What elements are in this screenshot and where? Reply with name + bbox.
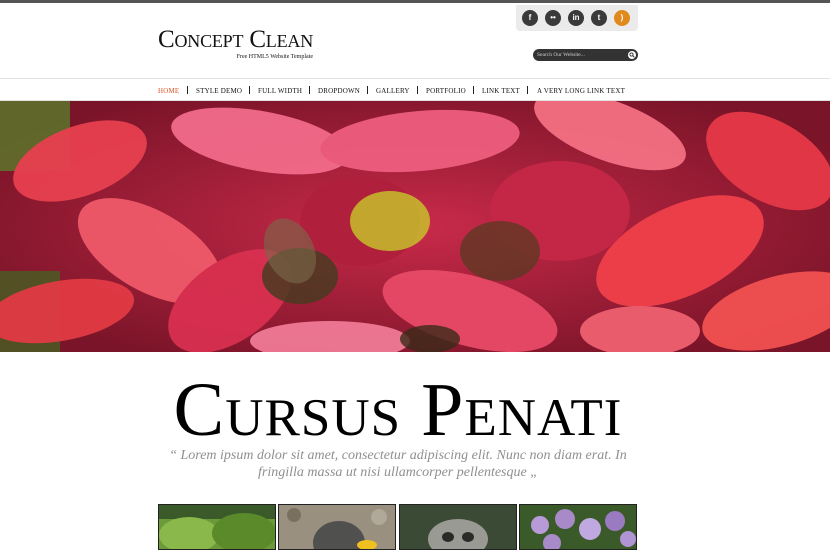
nav-item-link-text[interactable]: Link Text <box>482 87 520 95</box>
nav-separator <box>367 86 368 94</box>
nav-item-dropdown[interactable]: Dropdown <box>318 87 360 95</box>
gallery-thumb-bird[interactable] <box>278 504 396 550</box>
search-input[interactable] <box>537 49 623 61</box>
gallery-thumb-garden[interactable] <box>158 504 276 550</box>
site-header: Concept Clean Free HTML5 Website Templat… <box>0 3 830 78</box>
search-box <box>533 49 638 61</box>
gallery-thumb-flowers[interactable] <box>519 504 637 550</box>
twitter-icon[interactable]: t <box>591 10 607 26</box>
hero-image <box>0 101 830 352</box>
nav-item-long-link[interactable]: A Very Long Link Text <box>537 87 625 95</box>
logo[interactable]: Concept Clean Free HTML5 Website Templat… <box>158 27 313 60</box>
facebook-icon[interactable]: f <box>522 10 538 26</box>
logo-title[interactable]: Concept Clean <box>158 27 313 52</box>
nav-separator <box>527 86 528 94</box>
nav-item-home[interactable]: Home <box>158 87 179 95</box>
flickr-icon[interactable]: •• <box>545 10 561 26</box>
social-links: f •• in t ) <box>516 5 638 31</box>
logo-subtitle: Free HTML5 Website Template <box>236 54 313 60</box>
nav-separator <box>187 86 188 94</box>
nav-separator <box>309 86 310 94</box>
rss-icon[interactable]: ) <box>614 10 630 26</box>
intro-quote: “ Lorem ipsum dolor sit amet, consectetu… <box>169 448 627 480</box>
page-title: Cursus Penati <box>173 368 623 452</box>
flower-photo <box>0 101 830 352</box>
nav-item-gallery[interactable]: Gallery <box>376 87 410 95</box>
gallery-thumb-animal[interactable] <box>399 504 517 550</box>
search-icon <box>629 52 635 58</box>
nav-separator <box>249 86 250 94</box>
nav-item-style-demo[interactable]: Style Demo <box>196 87 242 95</box>
nav-item-portfolio[interactable]: Portfolio <box>426 87 466 95</box>
nav-item-full-width[interactable]: Full Width <box>258 87 302 95</box>
nav-separator <box>417 86 418 94</box>
main-nav: Home Style Demo Full Width Dropdown Gall… <box>0 78 830 101</box>
main-content: Cursus Penati “ Lorem ipsum dolor sit am… <box>0 352 830 550</box>
search-button[interactable] <box>628 51 636 59</box>
linkedin-icon[interactable]: in <box>568 10 584 26</box>
nav-separator <box>473 86 474 94</box>
